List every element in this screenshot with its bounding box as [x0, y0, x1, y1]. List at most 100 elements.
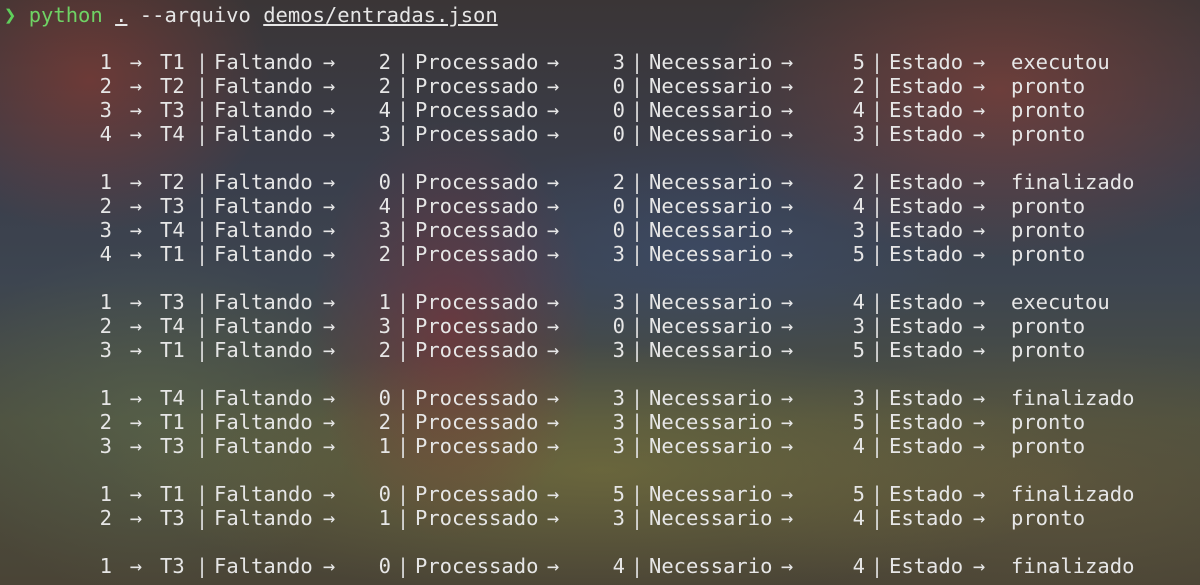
arrow-icon: →: [781, 386, 794, 410]
arrow-icon: →: [973, 74, 986, 98]
column-separator: |: [870, 506, 884, 530]
arrow-icon: →: [129, 482, 143, 506]
output-block: 1 → T2 | Faltando → 0 | Processado → 2 | Necessario →…: [0, 170, 1200, 266]
faltando-value: 3: [378, 122, 391, 146]
command-flag: --arquivo: [139, 3, 251, 27]
processado-value: 2: [612, 170, 625, 194]
necessario-value: 2: [852, 74, 865, 98]
command-prompt-line: ❯ python . --arquivo demos/entradas.json: [0, 2, 498, 28]
faltando-value: 3: [378, 218, 391, 242]
necessario-value: 4: [852, 434, 865, 458]
processado-value: 3: [612, 434, 625, 458]
estado-value: pronto: [1011, 506, 1086, 530]
row-index: 2: [99, 194, 112, 218]
column-separator: |: [870, 554, 884, 578]
arrow-icon: →: [781, 74, 794, 98]
column-separator: |: [870, 338, 884, 362]
necessario-value: 5: [852, 482, 865, 506]
arrow-icon: →: [547, 506, 560, 530]
task-name: T4: [160, 218, 185, 242]
necessario-label: Necessario: [649, 194, 773, 218]
necessario-value: 3: [852, 218, 865, 242]
row-index: 3: [99, 98, 112, 122]
necessario-value: 2: [852, 170, 865, 194]
command-arg: .: [115, 3, 128, 27]
output-row: 1 → T3 | Faltando → 1 | Processado → 3 | Necessario →…: [0, 290, 1200, 314]
necessario-label: Necessario: [649, 50, 773, 74]
task-name: T4: [160, 386, 185, 410]
column-separator: |: [396, 482, 410, 506]
arrow-icon: →: [323, 434, 336, 458]
arrow-icon: →: [129, 338, 143, 362]
column-separator: |: [396, 410, 410, 434]
estado-label: Estado: [889, 194, 964, 218]
output-row: 4 → T4 | Faltando → 3 | Processado → 0 | Necessario →…: [0, 122, 1200, 146]
output-block: 1 → T3 | Faltando → 1 | Processado → 3 | Necessario →…: [0, 290, 1200, 362]
column-separator: |: [195, 434, 209, 458]
column-separator: |: [396, 74, 410, 98]
column-separator: |: [630, 386, 644, 410]
arrow-icon: →: [781, 194, 794, 218]
task-name: T1: [160, 50, 185, 74]
task-name: T2: [160, 74, 185, 98]
faltando-value: 1: [378, 506, 391, 530]
task-name: T4: [160, 122, 185, 146]
faltando-value: 3: [378, 314, 391, 338]
output-row: 1 → T3 | Faltando → 0 | Processado → 4 | Necessario →…: [0, 554, 1200, 578]
output-row: 2 → T2 | Faltando → 2 | Processado → 0 | Necessario →…: [0, 74, 1200, 98]
necessario-label: Necessario: [649, 314, 773, 338]
necessario-label: Necessario: [649, 434, 773, 458]
output-row: 3 → T3 | Faltando → 1 | Processado → 3 | Necessario →…: [0, 434, 1200, 458]
necessario-label: Necessario: [649, 242, 773, 266]
prompt-caret-icon: ❯: [4, 3, 17, 27]
task-name: T3: [160, 98, 185, 122]
row-index: 4: [99, 242, 112, 266]
faltando-label: Faltando: [214, 122, 313, 146]
column-separator: |: [195, 506, 209, 530]
faltando-label: Faltando: [214, 410, 313, 434]
estado-label: Estado: [889, 122, 964, 146]
column-separator: |: [870, 242, 884, 266]
processado-value: 0: [612, 98, 625, 122]
estado-label: Estado: [889, 170, 964, 194]
necessario-label: Necessario: [649, 290, 773, 314]
terminal-window[interactable]: ❯ python . --arquivo demos/entradas.json…: [0, 0, 1200, 585]
processado-label: Processado: [415, 314, 539, 338]
necessario-value: 4: [852, 194, 865, 218]
row-index: 2: [99, 74, 112, 98]
faltando-label: Faltando: [214, 242, 313, 266]
column-separator: |: [396, 50, 410, 74]
column-separator: |: [630, 170, 644, 194]
processado-value: 0: [612, 74, 625, 98]
arrow-icon: →: [781, 410, 794, 434]
column-separator: |: [870, 50, 884, 74]
processado-label: Processado: [415, 290, 539, 314]
output-blocks: 1 → T1 | Faltando → 2 | Processado → 3 | Necessario →…: [0, 50, 1200, 585]
row-index: 3: [99, 338, 112, 362]
column-separator: |: [870, 122, 884, 146]
output-row: 2 → T3 | Faltando → 1 | Processado → 3 | Necessario →…: [0, 506, 1200, 530]
faltando-label: Faltando: [214, 290, 313, 314]
command-name: python: [28, 3, 103, 27]
necessario-label: Necessario: [649, 506, 773, 530]
processado-value: 0: [612, 194, 625, 218]
necessario-label: Necessario: [649, 554, 773, 578]
row-index: 1: [99, 170, 112, 194]
necessario-value: 4: [852, 506, 865, 530]
arrow-icon: →: [323, 242, 336, 266]
arrow-icon: →: [129, 218, 143, 242]
arrow-icon: →: [973, 410, 986, 434]
faltando-value: 0: [378, 170, 391, 194]
column-separator: |: [195, 170, 209, 194]
arrow-icon: →: [129, 242, 143, 266]
estado-label: Estado: [889, 434, 964, 458]
necessario-value: 5: [852, 50, 865, 74]
arrow-icon: →: [129, 314, 143, 338]
column-separator: |: [630, 194, 644, 218]
arrow-icon: →: [129, 506, 143, 530]
necessario-label: Necessario: [649, 74, 773, 98]
row-index: 3: [99, 218, 112, 242]
estado-value: pronto: [1011, 434, 1086, 458]
necessario-value: 3: [852, 314, 865, 338]
arrow-icon: →: [129, 50, 143, 74]
